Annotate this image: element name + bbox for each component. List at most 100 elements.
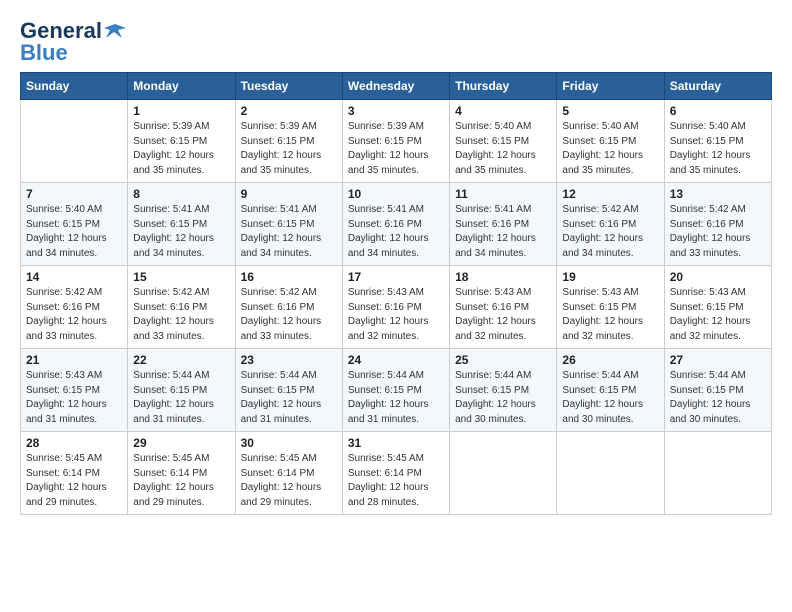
day-number: 19 [562, 270, 658, 284]
calendar-cell [664, 432, 771, 515]
logo: General Blue [20, 20, 126, 64]
day-number: 22 [133, 353, 229, 367]
day-info: Sunrise: 5:41 AM Sunset: 6:15 PM Dayligh… [241, 203, 337, 261]
calendar-cell: 20Sunrise: 5:43 AM Sunset: 6:15 PM Dayli… [664, 266, 771, 349]
calendar-cell [21, 100, 128, 183]
calendar-week-2: 7 Sunrise: 5:40 AM Sunset: 6:15 PM Daylig… [21, 183, 772, 266]
calendar-cell: 25 Sunrise: 5:44 AM Sunset: 6:15 PM Dayli… [450, 349, 557, 432]
day-number: 21 [26, 353, 122, 367]
calendar-cell: 9Sunrise: 5:41 AM Sunset: 6:15 PM Daylig… [235, 183, 342, 266]
calendar-cell: 15Sunrise: 5:42 AM Sunset: 6:16 PM Dayli… [128, 266, 235, 349]
day-number: 28 [26, 436, 122, 450]
day-info: Sunrise: 5:39 AM Sunset: 6:15 PM Dayligh… [241, 120, 337, 178]
day-info: Sunrise: 5:45 AM Sunset: 6:14 PM Dayligh… [348, 452, 444, 510]
day-info: Sunrise: 5:44 AM Sunset: 6:15 PM Dayligh… [562, 369, 658, 427]
logo-bird-icon [104, 20, 126, 42]
day-info: Sunrise: 5:42 AM Sunset: 6:16 PM Dayligh… [26, 286, 122, 344]
calendar-cell: 5Sunrise: 5:40 AM Sunset: 6:15 PM Daylig… [557, 100, 664, 183]
day-info: Sunrise: 5:40 AM Sunset: 6:15 PM Dayligh… [26, 203, 122, 261]
day-number: 13 [670, 187, 766, 201]
day-number: 23 [241, 353, 337, 367]
calendar-cell: 27 Sunrise: 5:44 AM Sunset: 6:15 PM Dayli… [664, 349, 771, 432]
day-number: 11 [455, 187, 551, 201]
calendar-cell [450, 432, 557, 515]
day-number: 29 [133, 436, 229, 450]
day-info: Sunrise: 5:40 AM Sunset: 6:15 PM Dayligh… [455, 120, 551, 178]
logo-blue: Blue [20, 42, 68, 64]
day-info: Sunrise: 5:44 AM Sunset: 6:15 PM Dayligh… [133, 369, 229, 427]
day-info: Sunrise: 5:42 AM Sunset: 6:16 PM Dayligh… [670, 203, 766, 261]
calendar-cell: 11 Sunrise: 5:41 AM Sunset: 6:16 PM Dayli… [450, 183, 557, 266]
day-info: Sunrise: 5:43 AM Sunset: 6:16 PM Dayligh… [455, 286, 551, 344]
header-wednesday: Wednesday [342, 73, 449, 100]
day-number: 25 [455, 353, 551, 367]
calendar-cell: 1Sunrise: 5:39 AM Sunset: 6:15 PM Daylig… [128, 100, 235, 183]
day-number: 4 [455, 104, 551, 118]
day-info: Sunrise: 5:39 AM Sunset: 6:15 PM Dayligh… [348, 120, 444, 178]
day-info: Sunrise: 5:39 AM Sunset: 6:15 PM Dayligh… [133, 120, 229, 178]
calendar-cell: 4 Sunrise: 5:40 AM Sunset: 6:15 PM Daylig… [450, 100, 557, 183]
calendar-cell: 19 Sunrise: 5:43 AM Sunset: 6:15 PM Dayli… [557, 266, 664, 349]
header-thursday: Thursday [450, 73, 557, 100]
day-number: 31 [348, 436, 444, 450]
calendar-cell: 21 Sunrise: 5:43 AM Sunset: 6:15 PM Dayli… [21, 349, 128, 432]
day-number: 30 [241, 436, 337, 450]
calendar-cell: 18 Sunrise: 5:43 AM Sunset: 6:16 PM Dayli… [450, 266, 557, 349]
day-info: Sunrise: 5:42 AM Sunset: 6:16 PM Dayligh… [133, 286, 229, 344]
calendar-cell: 23 Sunrise: 5:44 AM Sunset: 6:15 PM Dayli… [235, 349, 342, 432]
day-info: Sunrise: 5:44 AM Sunset: 6:15 PM Dayligh… [348, 369, 444, 427]
day-info: Sunrise: 5:44 AM Sunset: 6:15 PM Dayligh… [670, 369, 766, 427]
day-info: Sunrise: 5:44 AM Sunset: 6:15 PM Dayligh… [241, 369, 337, 427]
day-info: Sunrise: 5:41 AM Sunset: 6:16 PM Dayligh… [348, 203, 444, 261]
header-monday: Monday [128, 73, 235, 100]
day-number: 8 [133, 187, 229, 201]
calendar-cell: 13 Sunrise: 5:42 AM Sunset: 6:16 PM Dayli… [664, 183, 771, 266]
calendar-cell: 7 Sunrise: 5:40 AM Sunset: 6:15 PM Daylig… [21, 183, 128, 266]
header-saturday: Saturday [664, 73, 771, 100]
calendar-week-3: 14 Sunrise: 5:42 AM Sunset: 6:16 PM Dayli… [21, 266, 772, 349]
day-number: 14 [26, 270, 122, 284]
day-number: 10 [348, 187, 444, 201]
day-info: Sunrise: 5:45 AM Sunset: 6:14 PM Dayligh… [133, 452, 229, 510]
day-info: Sunrise: 5:41 AM Sunset: 6:16 PM Dayligh… [455, 203, 551, 261]
calendar-body: 1Sunrise: 5:39 AM Sunset: 6:15 PM Daylig… [21, 100, 772, 515]
day-number: 7 [26, 187, 122, 201]
calendar-week-5: 28 Sunrise: 5:45 AM Sunset: 6:14 PM Dayli… [21, 432, 772, 515]
header-sunday: Sunday [21, 73, 128, 100]
calendar-cell: 8Sunrise: 5:41 AM Sunset: 6:15 PM Daylig… [128, 183, 235, 266]
day-info: Sunrise: 5:42 AM Sunset: 6:16 PM Dayligh… [241, 286, 337, 344]
calendar-cell: 30 Sunrise: 5:45 AM Sunset: 6:14 PM Dayli… [235, 432, 342, 515]
day-info: Sunrise: 5:40 AM Sunset: 6:15 PM Dayligh… [562, 120, 658, 178]
calendar-week-4: 21 Sunrise: 5:43 AM Sunset: 6:15 PM Dayli… [21, 349, 772, 432]
day-info: Sunrise: 5:40 AM Sunset: 6:15 PM Dayligh… [670, 120, 766, 178]
day-info: Sunrise: 5:45 AM Sunset: 6:14 PM Dayligh… [241, 452, 337, 510]
calendar-cell: 16 Sunrise: 5:42 AM Sunset: 6:16 PM Dayli… [235, 266, 342, 349]
calendar-cell: 12 Sunrise: 5:42 AM Sunset: 6:16 PM Dayli… [557, 183, 664, 266]
calendar-cell: 17Sunrise: 5:43 AM Sunset: 6:16 PM Dayli… [342, 266, 449, 349]
calendar-cell: 31 Sunrise: 5:45 AM Sunset: 6:14 PM Dayli… [342, 432, 449, 515]
calendar-cell: 3Sunrise: 5:39 AM Sunset: 6:15 PM Daylig… [342, 100, 449, 183]
calendar-cell: 28 Sunrise: 5:45 AM Sunset: 6:14 PM Dayli… [21, 432, 128, 515]
day-info: Sunrise: 5:45 AM Sunset: 6:14 PM Dayligh… [26, 452, 122, 510]
day-info: Sunrise: 5:42 AM Sunset: 6:16 PM Dayligh… [562, 203, 658, 261]
day-number: 27 [670, 353, 766, 367]
day-info: Sunrise: 5:43 AM Sunset: 6:15 PM Dayligh… [562, 286, 658, 344]
day-number: 12 [562, 187, 658, 201]
day-info: Sunrise: 5:43 AM Sunset: 6:15 PM Dayligh… [26, 369, 122, 427]
calendar-cell: 26 Sunrise: 5:44 AM Sunset: 6:15 PM Dayli… [557, 349, 664, 432]
day-info: Sunrise: 5:44 AM Sunset: 6:15 PM Dayligh… [455, 369, 551, 427]
day-number: 2 [241, 104, 337, 118]
header-friday: Friday [557, 73, 664, 100]
calendar-cell: 6 Sunrise: 5:40 AM Sunset: 6:15 PM Daylig… [664, 100, 771, 183]
day-number: 6 [670, 104, 766, 118]
calendar-table: SundayMondayTuesdayWednesdayThursdayFrid… [20, 72, 772, 515]
calendar-cell: 29 Sunrise: 5:45 AM Sunset: 6:14 PM Dayli… [128, 432, 235, 515]
calendar-header-row: SundayMondayTuesdayWednesdayThursdayFrid… [21, 73, 772, 100]
day-number: 16 [241, 270, 337, 284]
calendar-week-1: 1Sunrise: 5:39 AM Sunset: 6:15 PM Daylig… [21, 100, 772, 183]
calendar-cell: 2 Sunrise: 5:39 AM Sunset: 6:15 PM Daylig… [235, 100, 342, 183]
day-number: 18 [455, 270, 551, 284]
day-number: 26 [562, 353, 658, 367]
calendar-cell: 24Sunrise: 5:44 AM Sunset: 6:15 PM Dayli… [342, 349, 449, 432]
logo-general: General [20, 20, 102, 42]
